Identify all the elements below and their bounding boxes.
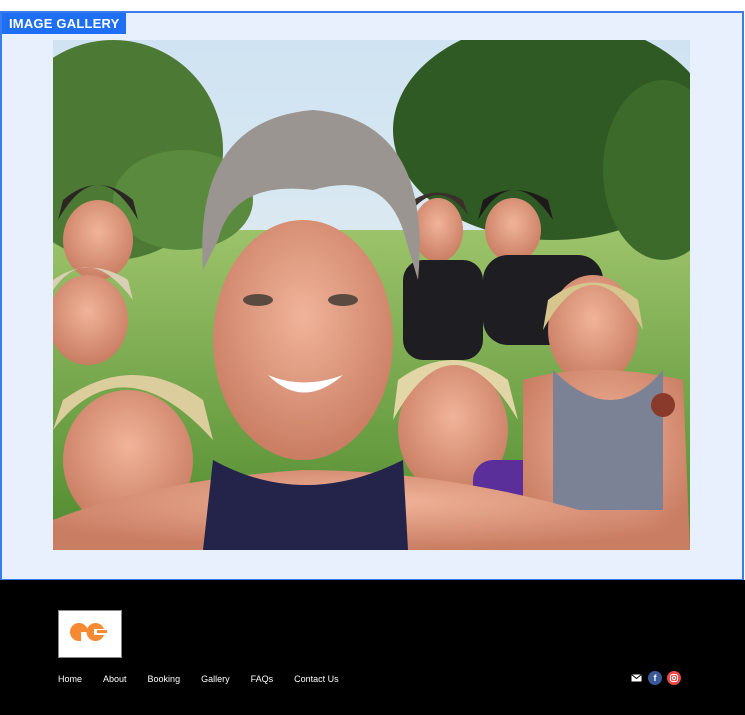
nav-gallery[interactable]: Gallery (201, 674, 230, 684)
footer: Home About Booking Gallery FAQs Contact … (0, 580, 745, 715)
nav-contact-us[interactable]: Contact Us (294, 674, 339, 684)
brand-logo-icon (70, 623, 107, 641)
gallery-label: IMAGE GALLERY (2, 13, 127, 34)
nav-home[interactable]: Home (58, 674, 82, 684)
social-links: f (629, 671, 681, 685)
mail-icon[interactable] (629, 671, 643, 685)
logo[interactable] (58, 610, 122, 658)
instagram-icon[interactable] (667, 671, 681, 685)
gallery-photo[interactable] (53, 40, 690, 550)
nav-faqs[interactable]: FAQs (251, 674, 274, 684)
facebook-icon[interactable]: f (648, 671, 662, 685)
nav-booking[interactable]: Booking (148, 674, 181, 684)
group-selfie-image (53, 40, 690, 550)
footer-nav: Home About Booking Gallery FAQs Contact … (58, 674, 360, 684)
image-gallery: IMAGE GALLERY (0, 11, 744, 581)
nav-about[interactable]: About (103, 674, 127, 684)
